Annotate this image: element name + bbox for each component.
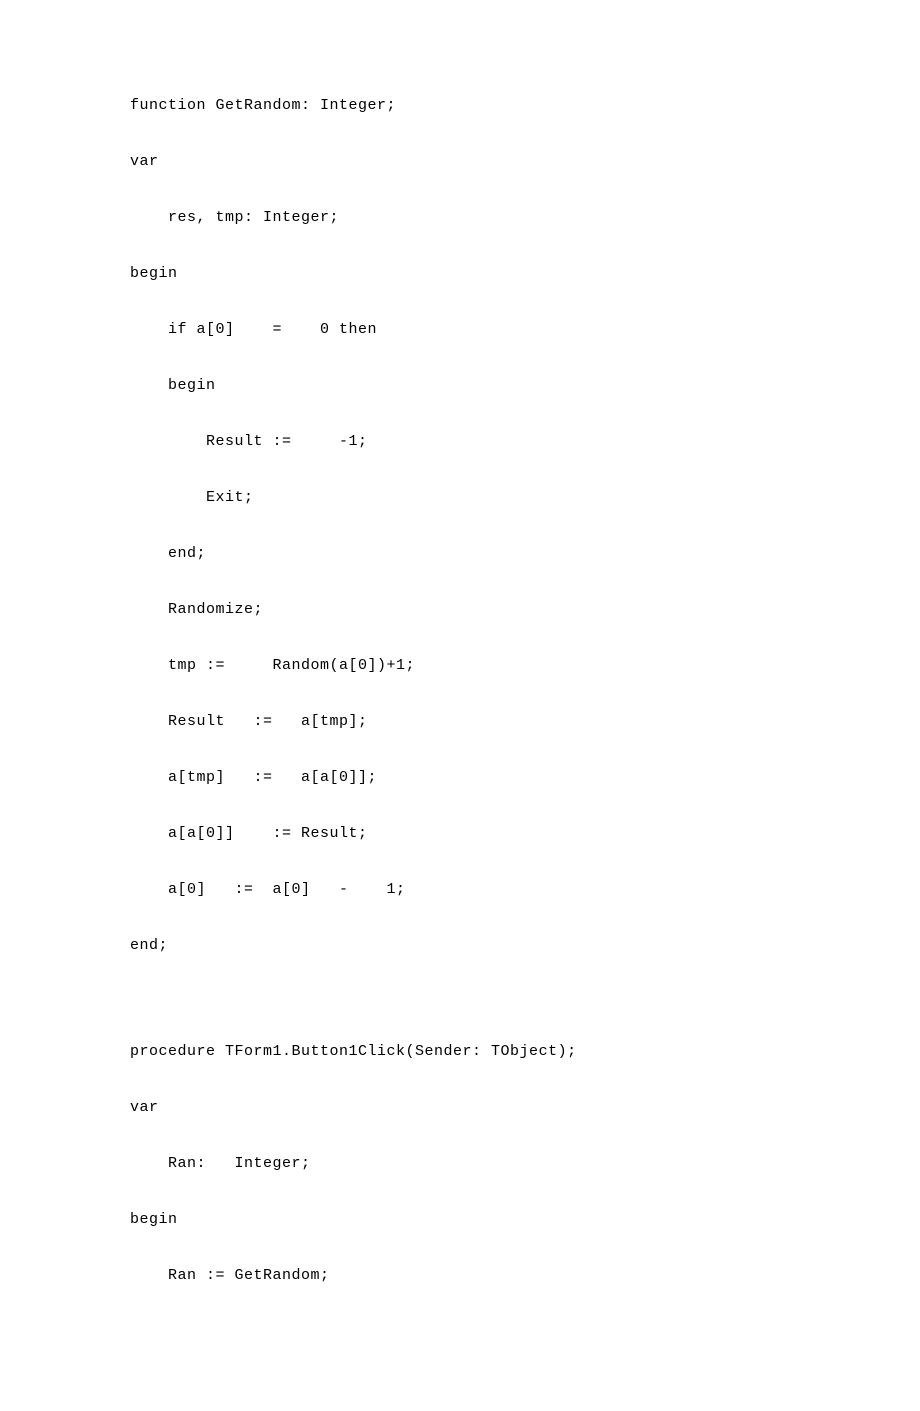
code-line: var — [130, 1097, 805, 1118]
code-line: var — [130, 151, 805, 172]
code-line: end; — [130, 935, 805, 956]
code-line: begin — [130, 1209, 805, 1230]
code-line: Ran := GetRandom; — [130, 1265, 805, 1286]
code-line: a[0] := a[0] - 1; — [130, 879, 805, 900]
code-line: Result := -1; — [130, 431, 805, 452]
code-line: begin — [130, 263, 805, 284]
code-line: a[tmp] := a[a[0]]; — [130, 767, 805, 788]
code-line: Exit; — [130, 487, 805, 508]
code-line: tmp := Random(a[0])+1; — [130, 655, 805, 676]
code-line: Ran: Integer; — [130, 1153, 805, 1174]
code-line: begin — [130, 375, 805, 396]
code-line: Result := a[tmp]; — [130, 711, 805, 732]
code-line: function GetRandom: Integer; — [130, 95, 805, 116]
code-line: end; — [130, 543, 805, 564]
code-line: res, tmp: Integer; — [130, 207, 805, 228]
code-document: function GetRandom: Integer; var res, tm… — [0, 0, 920, 1411]
code-line: if a[0] = 0 then — [130, 319, 805, 340]
code-line: a[a[0]] := Result; — [130, 823, 805, 844]
code-line: procedure TForm1.Button1Click(Sender: TO… — [130, 1041, 805, 1062]
code-line: Randomize; — [130, 599, 805, 620]
blank-line — [130, 991, 805, 1026]
